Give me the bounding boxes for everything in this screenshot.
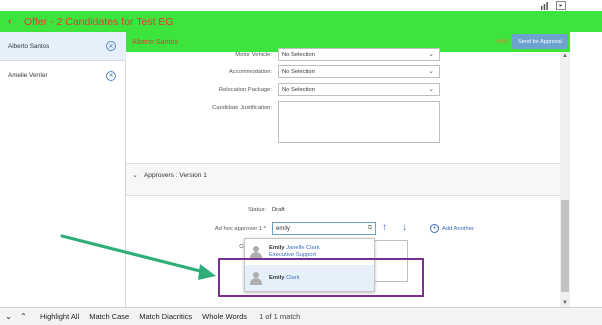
annotation-arrow xyxy=(60,234,216,280)
scroll-thumb[interactable] xyxy=(561,200,569,292)
whole-words-toggle[interactable]: Whole Words xyxy=(202,312,247,321)
find-result-count: 1 of 1 match xyxy=(259,312,301,321)
chevron-up-icon[interactable]: ⌃ xyxy=(17,310,30,323)
match-case-toggle[interactable]: Match Case xyxy=(89,312,129,321)
right-gutter xyxy=(570,32,602,307)
scrollbar[interactable]: ▲ ▼ xyxy=(560,52,570,307)
scroll-up-icon[interactable]: ▲ xyxy=(562,53,568,59)
find-bar: ⌄ ⌃ Highlight All Match Case Match Diacr… xyxy=(0,307,602,325)
match-diacritics-toggle[interactable]: Match Diacritics xyxy=(139,312,192,321)
chevron-down-icon[interactable]: ⌄ xyxy=(2,310,15,323)
scroll-down-icon[interactable]: ▼ xyxy=(562,300,568,306)
highlight-all-toggle[interactable]: Highlight All xyxy=(40,312,79,321)
